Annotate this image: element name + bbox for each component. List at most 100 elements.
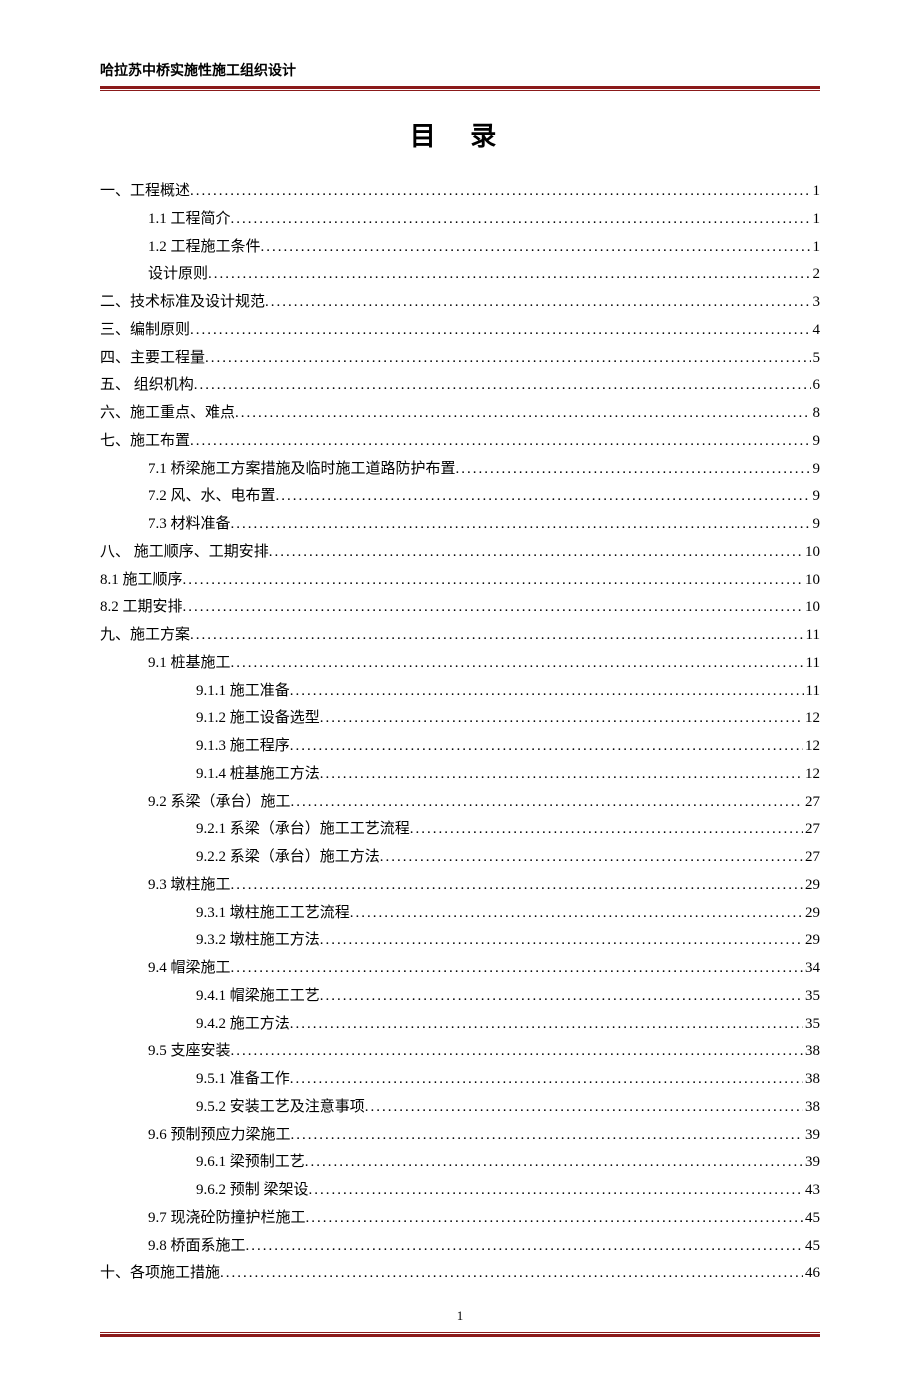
toc-leader-dots: [320, 705, 803, 733]
toc-leader-dots: [246, 1233, 803, 1261]
toc-entry: 设计原则2: [100, 261, 820, 289]
toc-leader-dots: [231, 206, 811, 234]
toc-leader-dots: [190, 622, 804, 650]
toc-leader-dots: [291, 1122, 803, 1150]
toc-entry-label: 9.1.3 施工程序: [196, 733, 290, 761]
toc-entry: 9.3 墩柱施工 29: [100, 872, 820, 900]
toc-leader-dots: [290, 733, 803, 761]
toc-entry-page: 29: [803, 872, 820, 900]
toc-entry: 8.1 施工顺序10: [100, 567, 820, 595]
toc-entry-page: 11: [804, 678, 820, 706]
toc-entry: 二、技术标准及设计规范3: [100, 289, 820, 317]
toc-entry: 9.8 桥面系施工45: [100, 1233, 820, 1261]
toc-entry-label: 9.5.2 安装工艺及注意事项: [196, 1094, 365, 1122]
toc-entry: 9.5.1 准备工作38: [100, 1066, 820, 1094]
toc-entry-page: 2: [811, 261, 821, 289]
toc-entry: 9.4.1 帽梁施工工艺35: [100, 983, 820, 1011]
toc-entry: 9.3.2 墩柱施工方法29: [100, 927, 820, 955]
toc-entry: 9.4.2 施工方法35: [100, 1011, 820, 1039]
toc-leader-dots: [305, 1149, 803, 1177]
toc-entry-label: 9.3 墩柱施工: [148, 872, 231, 900]
toc-leader-dots: [276, 483, 811, 511]
toc-entry-page: 43: [803, 1177, 820, 1205]
toc-entry: 7.2 风、水、电布置 9: [100, 483, 820, 511]
toc-entry: 9.1.4 桩基施工方法 12: [100, 761, 820, 789]
toc-entry-page: 27: [803, 789, 820, 817]
toc-entry-page: 27: [803, 816, 820, 844]
toc-leader-dots: [290, 1011, 803, 1039]
toc-entry: 8.2 工期安排10: [100, 594, 820, 622]
toc-entry-page: 12: [803, 705, 820, 733]
toc-entry-page: 10: [803, 539, 820, 567]
toc-leader-dots: [410, 816, 803, 844]
toc-entry: 9.5.2 安装工艺及注意事项 38: [100, 1094, 820, 1122]
toc-leader-dots: [183, 594, 803, 622]
toc-entry-label: 9.5 支座安装: [148, 1038, 231, 1066]
toc-leader-dots: [190, 178, 810, 206]
toc-leader-dots: [320, 983, 803, 1011]
toc-leader-dots: [231, 872, 803, 900]
toc-entry-label: 六、施工重点、难点: [100, 400, 235, 428]
toc-entry-page: 9: [811, 456, 821, 484]
toc-entry-page: 46: [803, 1260, 820, 1288]
toc-entry-page: 11: [804, 622, 820, 650]
toc-leader-dots: [291, 789, 803, 817]
toc-leader-dots: [231, 511, 811, 539]
toc-entry-label: 9.6.2 预制 梁架设: [196, 1177, 309, 1205]
toc-entry: 五、 组织机构6: [100, 372, 820, 400]
toc-entry-label: 9.8 桥面系施工: [148, 1233, 246, 1261]
toc-entry-page: 27: [803, 844, 820, 872]
toc-leader-dots: [380, 844, 803, 872]
footer-divider: [100, 1332, 820, 1337]
document-page: 哈拉苏中桥实施性施工组织设计 目 录 一、工程概述11.1 工程简介11.2 工…: [0, 0, 920, 1377]
toc-entry-page: 6: [811, 372, 821, 400]
toc-entry: 六、施工重点、难点8: [100, 400, 820, 428]
toc-entry: 9.2.2 系梁（承台）施工方法27: [100, 844, 820, 872]
toc-entry-label: 7.1 桥梁施工方案措施及临时施工道路防护布置: [148, 456, 456, 484]
toc-entry-label: 9.7 现浇砼防撞护栏施工: [148, 1205, 306, 1233]
toc-entry: 9.7 现浇砼防撞护栏施工45: [100, 1205, 820, 1233]
toc-leader-dots: [290, 678, 804, 706]
toc-entry-page: 34: [803, 955, 820, 983]
toc-entry: 9.1.1 施工准备11: [100, 678, 820, 706]
toc-entry: 三、编制原则4: [100, 317, 820, 345]
toc-entry-label: 四、主要工程量: [100, 345, 205, 373]
toc-entry: 9.4 帽梁施工34: [100, 955, 820, 983]
toc-leader-dots: [194, 372, 811, 400]
toc-leader-dots: [220, 1260, 803, 1288]
toc-entry-page: 38: [803, 1094, 820, 1122]
toc-entry-label: 1.2 工程施工条件: [148, 234, 261, 262]
toc-entry-page: 9: [811, 511, 821, 539]
toc-leader-dots: [290, 1066, 803, 1094]
toc-leader-dots: [320, 761, 803, 789]
toc-entry: 1.1 工程简介1: [100, 206, 820, 234]
toc-entry-page: 11: [804, 650, 820, 678]
toc-entry-label: 9.4.2 施工方法: [196, 1011, 290, 1039]
toc-entry-label: 9.2.1 系梁（承台）施工工艺流程: [196, 816, 410, 844]
toc-entry-page: 9: [811, 483, 821, 511]
toc-entry-label: 9.1.4 桩基施工方法: [196, 761, 320, 789]
toc-leader-dots: [231, 1038, 803, 1066]
toc-leader-dots: [269, 539, 803, 567]
toc-entry-label: 十、各项施工措施: [100, 1260, 220, 1288]
toc-leader-dots: [190, 317, 810, 345]
toc-entry: 9.2 系梁（承台）施工27: [100, 789, 820, 817]
toc-leader-dots: [320, 927, 803, 955]
toc-entry-label: 9.1.2 施工设备选型: [196, 705, 320, 733]
toc-entry-label: 7.3 材料准备: [148, 511, 231, 539]
toc-entry: 十、各项施工措施 46: [100, 1260, 820, 1288]
toc-leader-dots: [231, 955, 803, 983]
toc-entry-page: 12: [803, 761, 820, 789]
toc-entry-label: 9.3.2 墩柱施工方法: [196, 927, 320, 955]
toc-entry-page: 38: [803, 1038, 820, 1066]
toc-entry-label: 9.1 桩基施工: [148, 650, 231, 678]
header-divider: [100, 86, 820, 91]
toc-entry-label: 8.2 工期安排: [100, 594, 183, 622]
toc-entry: 9.6.2 预制 梁架设 43: [100, 1177, 820, 1205]
toc-entry-label: 9.3.1 墩柱施工工艺流程: [196, 900, 350, 928]
toc-entry-label: 八、 施工顺序、工期安排: [100, 539, 269, 567]
toc-entry-label: 7.2 风、水、电布置: [148, 483, 276, 511]
toc-entry: 9.3.1 墩柱施工工艺流程29: [100, 900, 820, 928]
toc-entry-label: 二、技术标准及设计规范: [100, 289, 265, 317]
table-of-contents: 一、工程概述11.1 工程简介11.2 工程施工条件1设计原则2二、技术标准及设…: [100, 178, 820, 1288]
